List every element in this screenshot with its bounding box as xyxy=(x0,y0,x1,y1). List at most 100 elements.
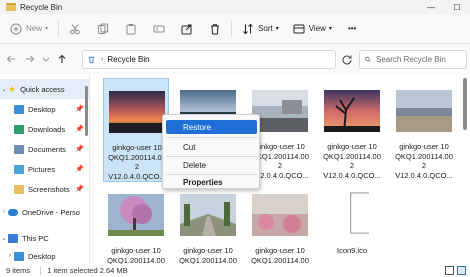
paste-button[interactable] xyxy=(121,18,141,40)
sidebar-item-label: Screenshots xyxy=(28,184,70,194)
file-tile[interactable]: ginkgo-user 10 QKQ1.200114.00 xyxy=(247,182,313,264)
expand-chevron-icon[interactable]: › xyxy=(6,253,14,259)
file-tile[interactable]: ginkgo-user 10 QKQ1.200114.00 2 V12.0.4.0.Q… xyxy=(319,78,385,182)
file-tile[interactable]: ginkgo-user 10 QKQ1.200114.00 2 V12.0.4.0.Q… xyxy=(103,78,169,182)
sidebar-item-pictures[interactable]: Pictures 📌 xyxy=(0,159,89,179)
file-tile[interactable]: ginkgo-user 10 QKQ1.200114.00 xyxy=(175,182,241,264)
file-tile[interactable]: ginkgo-user 10 QKQ1.200114.00 xyxy=(103,182,169,264)
sidebar-scrollbar[interactable] xyxy=(85,86,88,136)
recent-locations-button[interactable] xyxy=(41,51,51,67)
sidebar-item-label: Downloads xyxy=(28,124,66,134)
thumbnail-image xyxy=(252,194,308,236)
cut-button[interactable] xyxy=(65,18,85,40)
sidebar-item-label: OneDrive - Perso xyxy=(22,207,80,217)
minimize-button[interactable]: — xyxy=(418,0,444,14)
forward-button[interactable] xyxy=(22,51,38,67)
file-name: ginkgo-user 10 QKQ1.200114.00 2 V12.0.4.0.Q… xyxy=(323,142,381,180)
refresh-icon[interactable] xyxy=(341,54,353,66)
sidebar-item-label: Pictures xyxy=(28,164,56,174)
breadcrumb[interactable]: Recycle Bin xyxy=(107,55,149,64)
file-name: ginkgo-user 10 QKQ1.200114.00 2 V12.0.4.0.Q… xyxy=(395,142,453,180)
pin-icon: 📌 xyxy=(75,106,84,113)
arrow-left-icon xyxy=(6,55,15,63)
chevron-down-icon: ▾ xyxy=(45,26,49,32)
desktop-folder-icon xyxy=(14,104,24,114)
expand-chevron-icon[interactable]: › xyxy=(0,209,8,215)
sidebar-item-downloads[interactable]: Downloads 📌 xyxy=(0,119,89,139)
more-button[interactable]: ••• xyxy=(344,18,360,40)
maximize-button[interactable]: ☐ xyxy=(444,0,470,14)
content-scrollbar[interactable] xyxy=(463,78,467,130)
plus-circle-icon xyxy=(10,23,22,34)
view-label: View xyxy=(308,24,326,33)
pin-icon: 📌 xyxy=(75,186,84,193)
thumbnail-image xyxy=(396,90,452,132)
expand-chevron-icon[interactable]: ⌄ xyxy=(0,86,8,93)
window-controls: — ☐ xyxy=(418,0,470,14)
address-bar[interactable]: › Recycle Bin xyxy=(82,50,336,69)
rename-button[interactable] xyxy=(149,18,169,40)
view-toggle xyxy=(445,266,466,275)
arrow-right-icon xyxy=(26,55,35,63)
share-icon xyxy=(181,24,192,34)
thumbnail-image xyxy=(108,194,164,236)
copy-button[interactable] xyxy=(93,18,113,40)
sort-label: Sort xyxy=(258,24,273,33)
context-properties-item[interactable]: Properties xyxy=(166,175,257,189)
window-title: Recycle Bin xyxy=(20,2,63,12)
expand-chevron-icon[interactable]: ⌄ xyxy=(0,235,8,242)
scissors-icon xyxy=(70,23,80,34)
separator xyxy=(231,20,233,37)
chevron-down-icon: ▾ xyxy=(328,26,332,32)
chevron-down-icon: ▾ xyxy=(275,26,279,32)
pin-icon: 📌 xyxy=(75,146,84,153)
context-cut-item[interactable]: Cut xyxy=(166,140,257,154)
thumbnail-image xyxy=(252,90,308,132)
sidebar-item-onedrive[interactable]: › OneDrive - Perso xyxy=(0,202,89,222)
sidebar-item-documents[interactable]: Documents 📌 xyxy=(0,139,89,159)
details-view-icon[interactable] xyxy=(445,266,454,275)
file-name: Icon9.ico xyxy=(336,246,368,255)
pin-icon: 📌 xyxy=(75,126,84,133)
sidebar-item-pc-desktop[interactable]: › Desktop xyxy=(0,246,89,264)
new-button[interactable]: New ▾ xyxy=(6,18,52,40)
menu-separator xyxy=(166,156,257,157)
context-restore-item[interactable]: Restore xyxy=(166,120,257,134)
share-button[interactable] xyxy=(177,18,197,40)
desktop-folder-icon xyxy=(14,251,24,261)
address-row: › Recycle Bin xyxy=(0,44,470,74)
arrow-up-icon xyxy=(58,54,66,63)
folder-icon xyxy=(14,184,24,194)
context-menu: Restore Cut Delete Properties xyxy=(162,114,260,189)
file-tile[interactable]: Icon9.ico xyxy=(319,182,385,264)
file-name: ginkgo-user 10 QKQ1.200114.00 xyxy=(179,246,237,264)
sidebar-item-label: Quick access xyxy=(20,84,65,94)
item-count: 9 items xyxy=(6,266,31,275)
command-bar: New ▾ Sort ▾ View ▾ ••• xyxy=(0,14,470,44)
thumbnail-view-icon[interactable] xyxy=(457,266,466,275)
copy-icon xyxy=(98,23,109,34)
file-name: ginkgo-user 10 QKQ1.200114.00 2 V12.0.4.0.Q… xyxy=(108,143,166,181)
back-button[interactable] xyxy=(3,51,19,67)
context-delete-item[interactable]: Delete xyxy=(166,158,257,172)
view-icon xyxy=(293,24,305,33)
delete-button[interactable] xyxy=(205,18,225,40)
search-icon xyxy=(365,56,371,63)
clipboard-icon xyxy=(126,23,136,34)
sort-button[interactable]: Sort ▾ xyxy=(238,18,283,40)
sidebar-item-this-pc[interactable]: ⌄ This PC xyxy=(0,228,89,248)
search-box[interactable] xyxy=(359,50,467,69)
file-tile[interactable]: ginkgo-user 10 QKQ1.200114.00 2 V12.0.4.0.Q… xyxy=(391,78,457,182)
chevron-right-icon: › xyxy=(101,56,104,63)
folder-icon xyxy=(6,3,16,11)
chevron-down-icon xyxy=(42,57,50,62)
star-icon: ★ xyxy=(8,83,17,94)
sidebar-item-label: Desktop xyxy=(28,251,56,261)
sort-icon xyxy=(243,23,253,34)
search-input[interactable] xyxy=(376,55,466,64)
sidebar-item-quick-access[interactable]: ⌄ ★ Quick access xyxy=(0,79,89,99)
view-button[interactable]: View ▾ xyxy=(289,18,336,40)
sidebar-item-desktop[interactable]: Desktop 📌 xyxy=(0,99,89,119)
up-button[interactable] xyxy=(54,51,70,67)
sidebar-item-screenshots[interactable]: Screenshots 📌 xyxy=(0,179,89,199)
